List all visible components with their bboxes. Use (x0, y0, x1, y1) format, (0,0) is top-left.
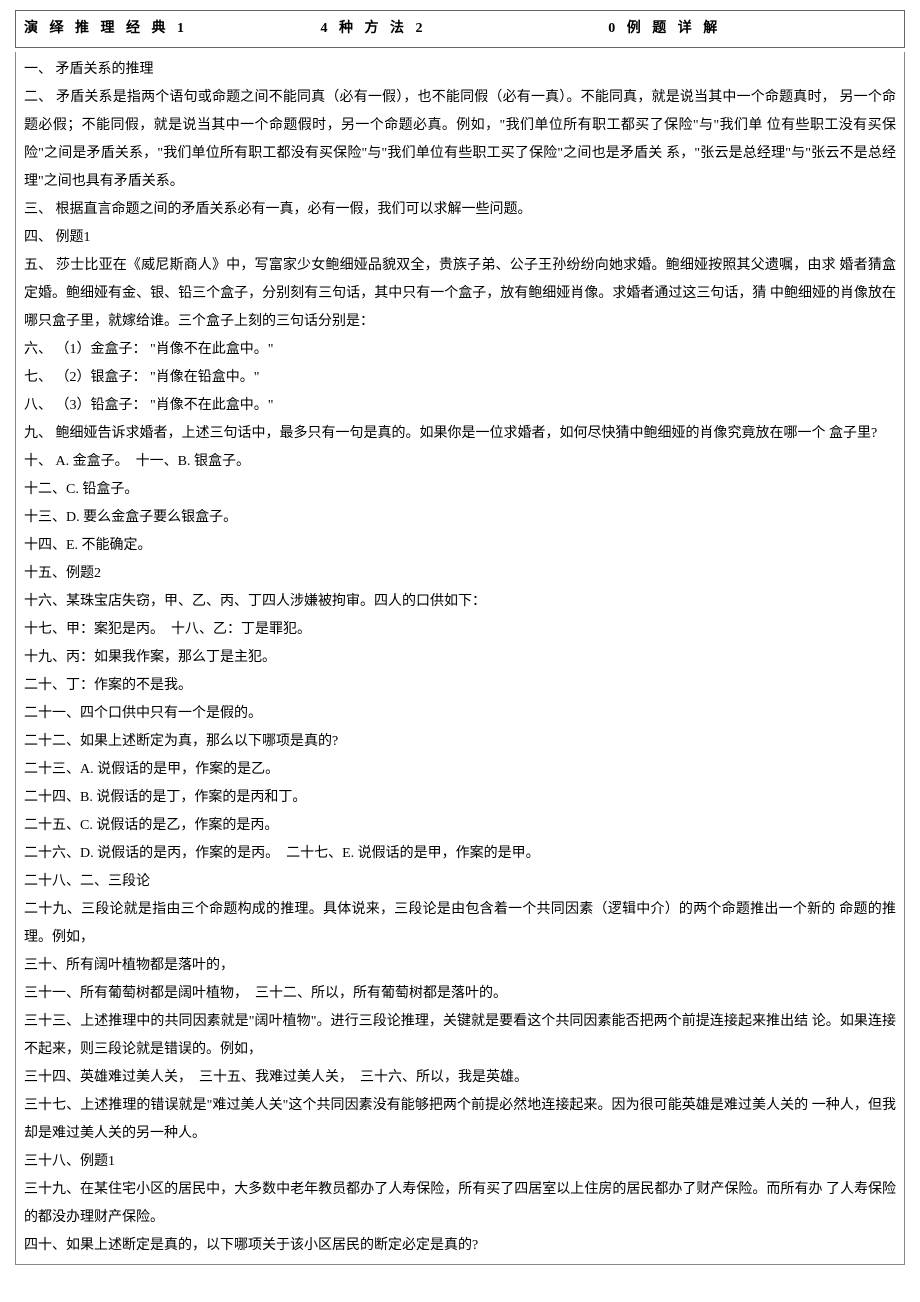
title-col-1: 演 绎 推 理 经 典 1 (24, 15, 320, 43)
paragraph-line: 二十五、C. 说假话的是乙，作案的是丙。 (24, 812, 896, 840)
paragraph-line: 三十三、上述推理中的共同因素就是"阔叶植物"。进行三段论推理，关键就是要看这个共… (24, 1008, 896, 1064)
title-col-3: 0 例 题 详 解 (608, 15, 896, 43)
paragraph-line: 二十八、二、三段论 (24, 868, 896, 896)
paragraph-line: 十六、某珠宝店失窃，甲、乙、丙、丁四人涉嫌被拘审。四人的口供如下： (24, 588, 896, 616)
paragraph-line: 二十六、D. 说假话的是丙，作案的是丙。 二十七、E. 说假话的是甲，作案的是甲… (24, 840, 896, 868)
paragraph-line: 二十、丁：作案的不是我。 (24, 672, 896, 700)
paragraph-line: 十九、丙：如果我作案，那么丁是主犯。 (24, 644, 896, 672)
paragraph-line: 十四、E. 不能确定。 (24, 532, 896, 560)
paragraph-line: 三十八、例题1 (24, 1148, 896, 1176)
paragraph-line: 六、 （1）金盒子： "肖像不在此盒中。" (24, 336, 896, 364)
paragraph-line: 二、 矛盾关系是指两个语句或命题之间不能同真（必有一假），也不能同假（必有一真）… (24, 84, 896, 196)
paragraph-line: 八、 （3）铅盒子： "肖像不在此盒中。" (24, 392, 896, 420)
paragraph-line: 九、 鲍细娅告诉求婚者，上述三句话中，最多只有一句是真的。如果你是一位求婚者，如… (24, 420, 896, 448)
paragraph-line: 一、 矛盾关系的推理 (24, 56, 896, 84)
paragraph-line: 二十一、四个口供中只有一个是假的。 (24, 700, 896, 728)
paragraph-line: 五、 莎士比亚在《威尼斯商人》中，写富家少女鲍细娅品貌双全，贵族子弟、公子王孙纷… (24, 252, 896, 336)
paragraph-line: 三十、所有阔叶植物都是落叶的， (24, 952, 896, 980)
paragraph-line: 十、 A. 金盒子。 十一、B. 银盒子。 (24, 448, 896, 476)
paragraph-line: 三十一、所有葡萄树都是阔叶植物， 三十二、所以，所有葡萄树都是落叶的。 (24, 980, 896, 1008)
paragraph-line: 三十七、上述推理的错误就是"难过美人关"这个共同因素没有能够把两个前提必然地连接… (24, 1092, 896, 1148)
paragraph-line: 二十三、A. 说假话的是甲，作案的是乙。 (24, 756, 896, 784)
paragraph-line: 十七、甲：案犯是丙。 十八、乙：丁是罪犯。 (24, 616, 896, 644)
paragraph-line: 十二、C. 铅盒子。 (24, 476, 896, 504)
paragraph-line: 三十九、在某住宅小区的居民中，大多数中老年教员都办了人寿保险，所有买了四居室以上… (24, 1176, 896, 1232)
paragraph-line: 二十四、B. 说假话的是丁，作案的是丙和丁。 (24, 784, 896, 812)
paragraph-line: 七、 （2）银盒子： "肖像在铅盒中。" (24, 364, 896, 392)
paragraph-line: 十三、D. 要么金盒子要么银盒子。 (24, 504, 896, 532)
paragraph-line: 十五、例题2 (24, 560, 896, 588)
paragraph-line: 二十二、如果上述断定为真，那么以下哪项是真的? (24, 728, 896, 756)
title-col-2: 4 种 方 法 2 (320, 15, 608, 43)
paragraph-line: 三、 根据直言命题之间的矛盾关系必有一真，必有一假，我们可以求解一些问题。 (24, 196, 896, 224)
paragraph-line: 二十九、三段论就是指由三个命题构成的推理。具体说来，三段论是由包含着一个共同因素… (24, 896, 896, 952)
paragraph-line: 三十四、英雄难过美人关， 三十五、我难过美人关， 三十六、所以，我是英雄。 (24, 1064, 896, 1092)
paragraph-line: 四十、如果上述断定是真的，以下哪项关于该小区居民的断定必定是真的? (24, 1232, 896, 1260)
document-title-row: 演 绎 推 理 经 典 1 4 种 方 法 2 0 例 题 详 解 (15, 10, 905, 48)
paragraph-line: 四、 例题1 (24, 224, 896, 252)
document-body: 一、 矛盾关系的推理二、 矛盾关系是指两个语句或命题之间不能同真（必有一假），也… (15, 52, 905, 1265)
